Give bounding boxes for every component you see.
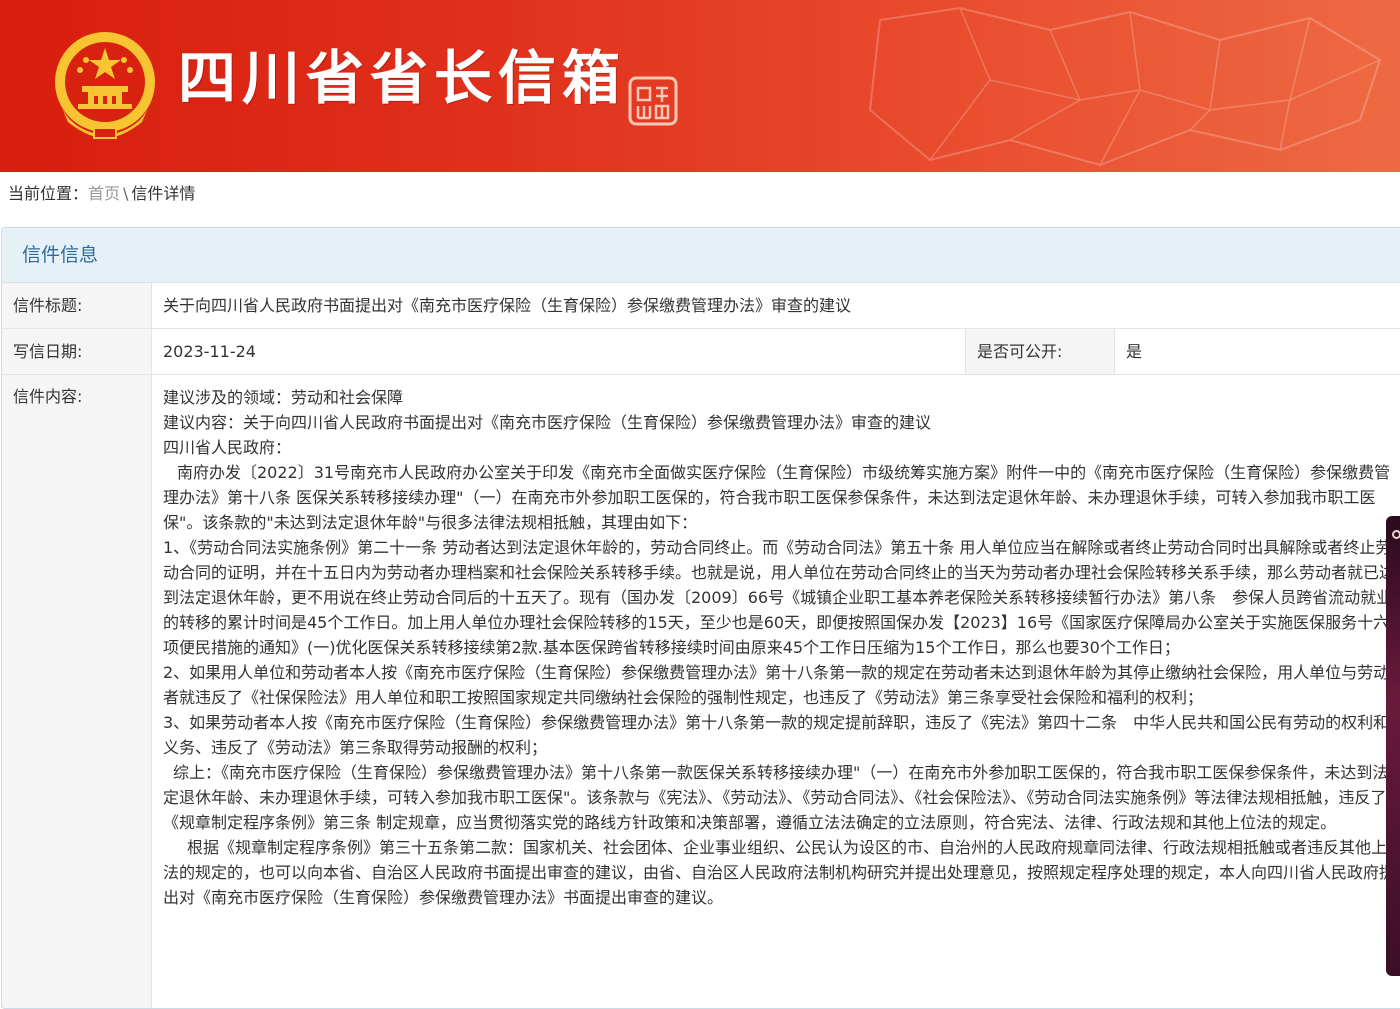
letter-date-label: 写信日期: [2, 329, 152, 374]
site-banner: 四川省省长信箱 [0, 0, 1400, 172]
letter-title-row: 信件标题: 关于向四川省人民政府书面提出对《南充市医疗保险（生育保险）参保缴费管… [2, 283, 1400, 329]
public-label: 是否可公开: [965, 329, 1115, 374]
site-title: 四川省省长信箱 [178, 44, 627, 112]
content-paragraph: 3、如果劳动者本人按《南充市医疗保险（生育保险）参保缴费管理办法》第十八条第一款… [163, 713, 1390, 757]
breadcrumb-current: 信件详情 [131, 184, 196, 203]
breadcrumb-separator: \ [123, 184, 129, 203]
letter-date-value: 2023-11-24 [163, 342, 256, 361]
breadcrumb-prefix: 当前位置： [8, 184, 89, 203]
content-paragraph: 建议涉及的领域：劳动和社会保障 [163, 388, 404, 407]
content-paragraph: 2、如果用人单位和劳动者本人按《南充市医疗保险（生育保险）参保缴费管理办法》第十… [163, 663, 1390, 707]
breadcrumb-home-link[interactable]: 首页 [88, 184, 120, 203]
side-tab-dot-icon [1392, 530, 1400, 539]
breadcrumb: 当前位置：首页 \ 信件详情 [8, 180, 195, 208]
national-emblem-icon [55, 32, 155, 139]
public-value: 是 [1126, 342, 1143, 361]
content-paragraph: 综上：《南充市医疗保险（生育保险）参保缴费管理办法》第十八条第一款医保关系转移接… [163, 763, 1389, 832]
panel-header: 信件信息 [2, 228, 1400, 283]
letter-info-panel: 信件信息 信件标题: 关于向四川省人民政府书面提出对《南充市医疗保险（生育保险）… [1, 227, 1400, 1009]
letter-title-value: 关于向四川省人民政府书面提出对《南充市医疗保险（生育保险）参保缴费管理办法》审查… [163, 296, 852, 315]
letter-content-row: 信件内容: 建议涉及的领域：劳动和社会保障 建议内容：关于向四川省人民政府书面提… [2, 375, 1400, 1008]
floating-side-tab[interactable] [1386, 516, 1400, 976]
letter-date-row: 写信日期: 2023-11-24 是否可公开: 是 [2, 329, 1400, 375]
content-paragraph: 南府办发〔2022〕31号南充市人民政府办公室关于印发《南充市全面做实医疗保险（… [163, 463, 1391, 532]
letter-title-label: 信件标题: [2, 283, 152, 328]
content-paragraph: 1、《劳动合同法实施条例》第二十一条 劳动者达到法定退休年龄的，劳动合同终止。而… [163, 538, 1396, 657]
sichuan-seal-icon [628, 76, 678, 126]
sichuan-map-watermark [868, 6, 1382, 167]
letter-content-body: 建议涉及的领域：劳动和社会保障 建议内容：关于向四川省人民政府书面提出对《南充市… [163, 385, 1400, 910]
letter-content-label: 信件内容: [2, 375, 152, 1008]
content-paragraph: 建议内容：关于向四川省人民政府书面提出对《南充市医疗保险（生育保险）参保缴费管理… [163, 413, 932, 432]
content-paragraph: 四川省人民政府： [163, 438, 292, 457]
content-paragraph: 根据《规章制定程序条例》第三十五条第二款：国家机关、社会团体、企业事业组织、公民… [163, 838, 1400, 907]
